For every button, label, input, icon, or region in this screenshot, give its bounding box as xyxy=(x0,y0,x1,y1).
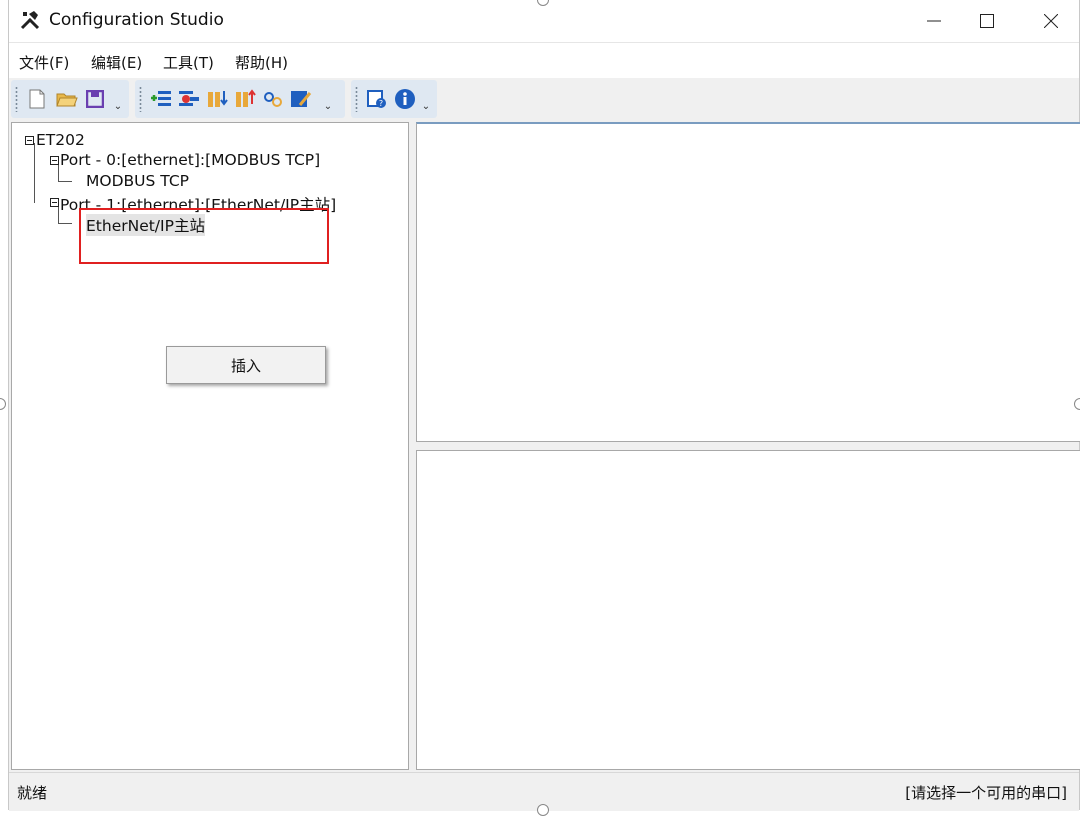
properties-pane-top xyxy=(416,122,1080,442)
menu-tools[interactable]: 工具(T) xyxy=(163,52,214,73)
import-button[interactable] xyxy=(205,86,229,112)
link-icon xyxy=(264,92,282,107)
toolbar: ⌄ ⌄ ? ⌄ xyxy=(9,78,1079,120)
resize-handle xyxy=(0,398,6,410)
maximize-button[interactable] xyxy=(957,0,1017,42)
open-button[interactable] xyxy=(55,86,79,112)
menu-edit[interactable]: 编辑(E) xyxy=(91,52,142,73)
expander-port1[interactable] xyxy=(50,198,59,207)
info-icon xyxy=(395,89,415,109)
toolbar-overflow-dropdown[interactable]: ⌄ xyxy=(421,100,431,114)
maximize-icon xyxy=(980,14,994,28)
new-button[interactable] xyxy=(25,86,49,112)
help-topics-button[interactable]: ? xyxy=(365,86,389,112)
add-item-button[interactable] xyxy=(149,86,173,112)
title-bar: Configuration Studio xyxy=(9,0,1079,42)
window-title: Configuration Studio xyxy=(49,10,224,30)
new-file-icon xyxy=(29,89,45,109)
toolbar-group-edit: ⌄ xyxy=(135,80,345,118)
tools-icon xyxy=(20,11,40,30)
toolbar-overflow-dropdown[interactable]: ⌄ xyxy=(113,100,123,114)
toolbar-overflow-dropdown[interactable]: ⌄ xyxy=(323,100,333,114)
expander-port0[interactable] xyxy=(50,156,59,165)
properties-pane-bottom xyxy=(416,450,1080,770)
tree-node-modbus-tcp[interactable]: MODBUS TCP xyxy=(86,172,189,190)
serial-port-status: [请选择一个可用的串口] xyxy=(905,784,1067,802)
menu-file[interactable]: 文件(F) xyxy=(19,52,69,73)
toolbar-grip[interactable] xyxy=(15,86,18,112)
tree-node-root[interactable]: ET202 xyxy=(36,131,85,149)
minimize-icon xyxy=(927,20,941,22)
tree-connector xyxy=(58,165,59,181)
device-tree[interactable]: ET202 Port - 0:[ethernet]:[MODBUS TCP] M… xyxy=(11,122,409,770)
edit-icon xyxy=(291,91,312,107)
open-folder-icon xyxy=(56,93,78,107)
tree-connector xyxy=(34,143,35,203)
about-button[interactable] xyxy=(393,86,417,112)
svg-text:?: ? xyxy=(379,99,383,108)
help-topics-icon: ? xyxy=(367,90,386,108)
export-icon xyxy=(236,89,256,107)
tree-node-port1[interactable]: Port - 1:[ethernet]:[EtherNet/IP主站] xyxy=(60,193,336,215)
context-menu: 插入 xyxy=(166,346,326,384)
tree-connector xyxy=(58,181,72,182)
context-menu-insert[interactable]: 插入 xyxy=(167,347,325,383)
toolbar-group-help: ? ⌄ xyxy=(351,80,437,118)
save-icon xyxy=(86,90,104,108)
menu-help[interactable]: 帮助(H) xyxy=(235,52,288,73)
status-text: 就绪 xyxy=(17,784,48,802)
tree-node-ethernet-ip-master[interactable]: EtherNet/IP主站 xyxy=(86,214,205,236)
close-icon xyxy=(1044,14,1058,28)
tree-connector xyxy=(58,223,72,224)
tree-node-port0[interactable]: Port - 0:[ethernet]:[MODBUS TCP] xyxy=(60,151,320,169)
save-button[interactable] xyxy=(83,86,107,112)
resize-handle xyxy=(1074,398,1080,410)
toolbar-group-file: ⌄ xyxy=(11,80,129,118)
remove-list-icon xyxy=(179,91,199,106)
import-icon xyxy=(208,91,228,107)
expander-root[interactable] xyxy=(25,136,34,145)
remove-item-button[interactable] xyxy=(177,86,201,112)
link-button[interactable] xyxy=(261,86,285,112)
resize-handle xyxy=(537,804,549,816)
add-list-icon xyxy=(151,91,171,106)
minimize-button[interactable] xyxy=(904,0,964,42)
menu-bar: 文件(F) 编辑(E) 工具(T) 帮助(H) xyxy=(9,42,1079,79)
app-window: Configuration Studio 文件(F) 编辑(E) 工具(T) 帮… xyxy=(8,0,1080,811)
toolbar-grip[interactable] xyxy=(139,86,142,112)
close-button[interactable] xyxy=(1021,0,1080,42)
tree-connector xyxy=(58,207,59,223)
toolbar-grip[interactable] xyxy=(355,86,358,112)
edit-button[interactable] xyxy=(289,86,313,112)
export-button[interactable] xyxy=(233,86,257,112)
